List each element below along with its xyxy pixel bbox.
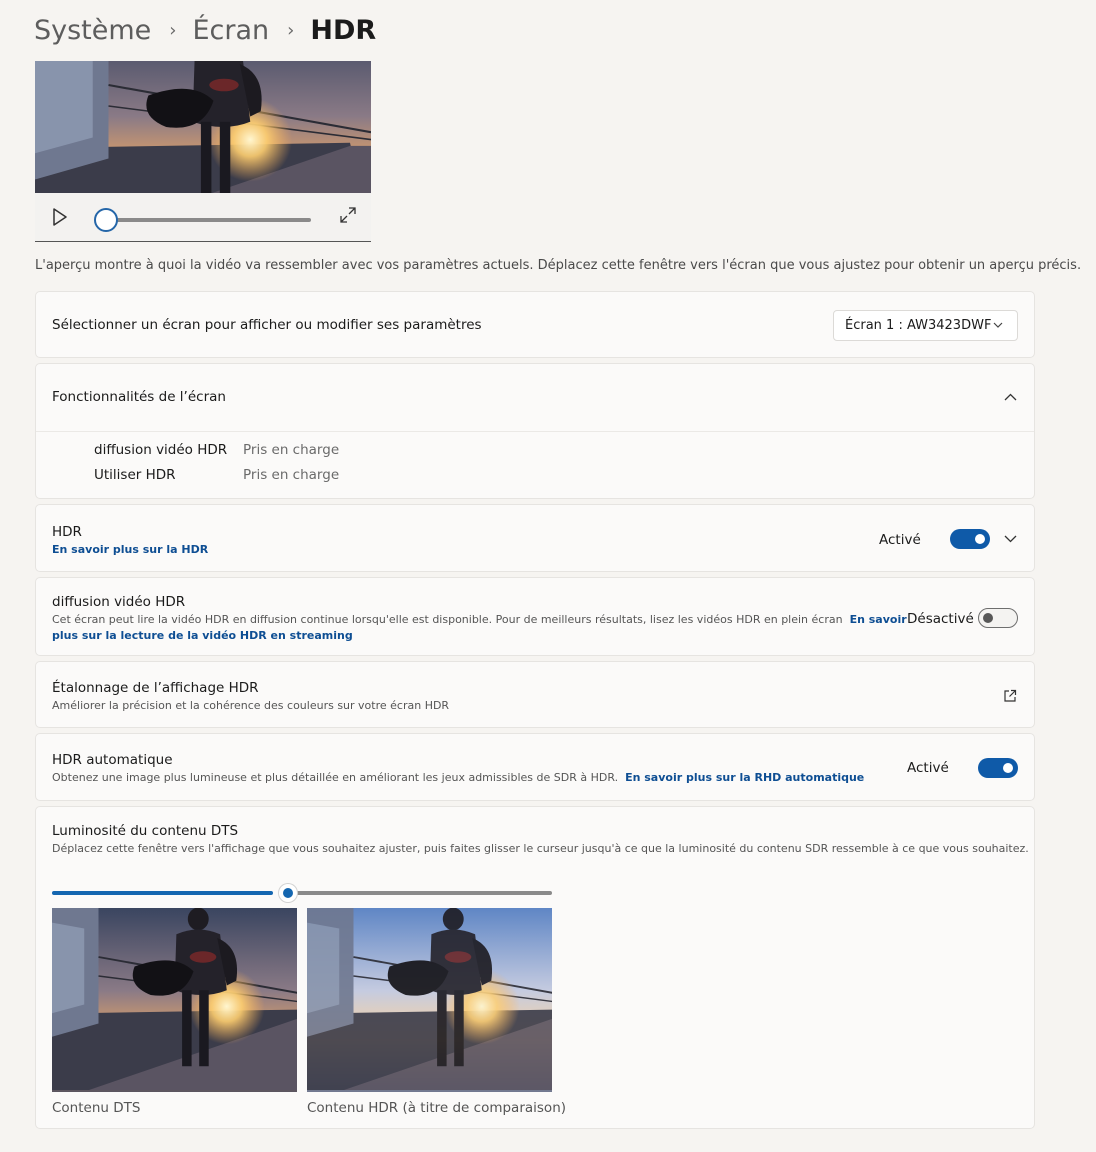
auto-hdr-desc-text: Obtenez une image plus lumineuse et plus… bbox=[52, 771, 619, 784]
capabilities-card: Fonctionnalités de l’écran diffusion vid… bbox=[35, 363, 1035, 499]
hdr-card: HDR En savoir plus sur la HDR Activé bbox=[35, 504, 1035, 572]
sdr-brightness-slider-track[interactable] bbox=[285, 891, 552, 895]
hdr-content-image bbox=[307, 908, 552, 1092]
auto-hdr-title: HDR automatique bbox=[52, 752, 173, 768]
play-icon[interactable] bbox=[52, 208, 68, 226]
calibration-card[interactable]: Étalonnage de l’affichage HDR Améliorer … bbox=[35, 661, 1035, 728]
display-dropdown[interactable]: Écran 1 : AW3423DWF bbox=[833, 310, 1018, 341]
sdr-content-image bbox=[52, 908, 297, 1092]
sdr-brightness-description: Déplacez cette fenêtre vers l'affichage … bbox=[52, 842, 1029, 855]
streaming-learn-more-link[interactable]: En savoir bbox=[850, 613, 907, 626]
chevron-up-icon bbox=[1004, 393, 1017, 401]
hdr-title: HDR bbox=[52, 524, 82, 540]
sdr-content-caption: Contenu DTS bbox=[52, 1100, 141, 1116]
fullscreen-icon[interactable] bbox=[340, 207, 356, 223]
display-dropdown-value: Écran 1 : AW3423DWF bbox=[845, 318, 992, 333]
preview-image bbox=[35, 61, 371, 193]
auto-hdr-description: Obtenez une image plus lumineuse et plus… bbox=[52, 771, 864, 784]
streaming-desc-text: Cet écran peut lire la vidéo HDR en diff… bbox=[52, 613, 843, 626]
video-progress-thumb[interactable] bbox=[94, 208, 118, 232]
capability-value: Pris en charge bbox=[243, 442, 340, 458]
video-preview bbox=[35, 61, 371, 242]
page-title: HDR bbox=[310, 14, 377, 46]
sdr-brightness-slider-thumb[interactable] bbox=[279, 884, 297, 902]
streaming-state: Désactivé bbox=[907, 611, 974, 627]
breadcrumb-ecran[interactable]: Écran bbox=[193, 15, 270, 46]
breadcrumb: Système › Écran › HDR bbox=[34, 8, 376, 52]
display-select-label: Sélectionner un écran pour afficher ou m… bbox=[52, 317, 482, 333]
capability-value: Pris en charge bbox=[243, 467, 340, 483]
sdr-brightness-title: Luminosité du contenu DTS bbox=[52, 823, 239, 839]
sdr-brightness-card: Luminosité du contenu DTS Déplacez cette… bbox=[35, 806, 1035, 1129]
streaming-title: diffusion vidéo HDR bbox=[52, 594, 186, 610]
capability-label: Utiliser HDR bbox=[94, 467, 176, 483]
hdr-toggle[interactable] bbox=[950, 529, 990, 549]
calibration-description: Améliorer la précision et la cohérence d… bbox=[52, 699, 450, 712]
calibration-title: Étalonnage de l’affichage HDR bbox=[52, 680, 259, 696]
video-progress-track[interactable] bbox=[108, 218, 311, 222]
streaming-description: Cet écran peut lire la vidéo HDR en diff… bbox=[52, 613, 907, 626]
auto-hdr-state: Activé bbox=[907, 760, 949, 776]
hdr-learn-more-link[interactable]: En savoir plus sur la HDR bbox=[52, 543, 208, 556]
chevron-right-icon: › bbox=[287, 19, 295, 41]
preview-description: L'aperçu montre à quoi la vidéo va resse… bbox=[35, 258, 1082, 273]
streaming-learn-more-link-cont[interactable]: plus sur la lecture de la vidéo HDR en s… bbox=[52, 629, 353, 642]
chevron-down-icon[interactable] bbox=[1004, 535, 1017, 543]
capability-label: diffusion vidéo HDR bbox=[94, 442, 228, 458]
chevron-down-icon bbox=[993, 322, 1003, 328]
hdr-streaming-card: diffusion vidéo HDR Cet écran peut lire … bbox=[35, 577, 1035, 656]
breadcrumb-systeme[interactable]: Système bbox=[34, 15, 151, 46]
auto-hdr-learn-more-link[interactable]: En savoir plus sur la RHD automatique bbox=[625, 771, 864, 784]
capabilities-title: Fonctionnalités de l’écran bbox=[52, 389, 226, 405]
capabilities-header[interactable]: Fonctionnalités de l’écran bbox=[36, 364, 1034, 431]
display-select-card: Sélectionner un écran pour afficher ou m… bbox=[35, 291, 1035, 358]
streaming-toggle[interactable] bbox=[978, 608, 1018, 628]
divider bbox=[36, 431, 1034, 432]
chevron-right-icon: › bbox=[169, 19, 177, 41]
hdr-content-caption: Contenu HDR (à titre de comparaison) bbox=[307, 1100, 567, 1116]
sdr-brightness-slider-fill[interactable] bbox=[52, 891, 273, 895]
external-link-icon[interactable] bbox=[1003, 689, 1017, 703]
hdr-state: Activé bbox=[879, 532, 921, 548]
auto-hdr-card: HDR automatique Obtenez une image plus l… bbox=[35, 733, 1035, 801]
auto-hdr-toggle[interactable] bbox=[978, 758, 1018, 778]
